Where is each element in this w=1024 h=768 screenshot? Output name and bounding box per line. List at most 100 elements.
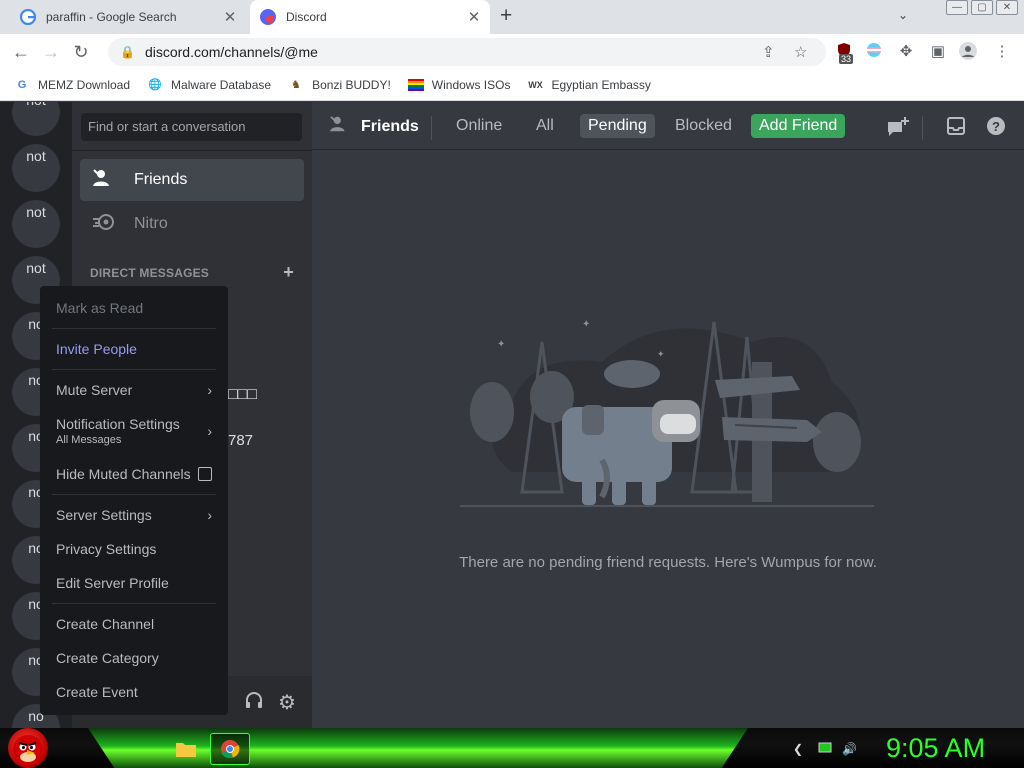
- direct-messages-header: DIRECT MESSAGES +: [90, 263, 294, 281]
- bookmark-label: Windows ISOs: [431, 78, 511, 92]
- menu-item-edit-server-profile[interactable]: Edit Server Profile: [48, 567, 220, 599]
- trans-flag-extension-icon[interactable]: [864, 42, 884, 62]
- chevron-right-icon: ›: [207, 507, 212, 523]
- menu-item-mute-server[interactable]: Mute Server ›: [48, 374, 220, 406]
- svg-text:✦: ✦: [497, 339, 505, 350]
- ublock-extension-icon[interactable]: 33: [834, 42, 854, 64]
- tab-search-icon[interactable]: ⌄: [898, 8, 908, 22]
- google-icon: G: [17, 79, 27, 91]
- share-icon[interactable]: ⇪: [762, 43, 775, 61]
- checkbox[interactable]: [198, 467, 212, 481]
- google-icon: [20, 9, 36, 25]
- divider: [72, 150, 312, 151]
- menu-item-label: Notification Settings All Messages: [56, 416, 180, 446]
- tab-discord[interactable]: Discord ✕: [250, 0, 490, 34]
- avatar: [959, 42, 977, 60]
- wix-icon: WX: [528, 80, 543, 90]
- guild-icon[interactable]: not: [12, 102, 60, 136]
- taskbar-clock: 9:05 AM: [886, 733, 986, 763]
- friends-topbar: Friends Online All Pending Blocked Add F…: [312, 102, 1024, 150]
- server-context-menu: Mark as Read Invite People Mute Server › …: [40, 286, 228, 715]
- bookmark-label: MEMZ Download: [38, 78, 131, 92]
- tab-blocked[interactable]: Blocked: [667, 114, 740, 138]
- chevron-right-icon: ›: [207, 423, 212, 439]
- extensions-puzzle-icon[interactable]: ✥: [896, 42, 916, 62]
- notification-settings-label: Notification Settings: [56, 416, 180, 432]
- taskbar: [0, 728, 1024, 768]
- file-explorer-taskbar-icon[interactable]: [166, 733, 206, 765]
- wumpus-illustration: ✦ ✦ ✦: [460, 319, 874, 507]
- menu-separator: [52, 369, 216, 370]
- menu-item-server-settings[interactable]: Server Settings ›: [48, 499, 220, 531]
- settings-gear-icon[interactable]: ⚙: [278, 690, 296, 715]
- friends-main: Friends Online All Pending Blocked Add F…: [312, 102, 1024, 728]
- browser-toolbar: ← → ↻ 🔒 discord.com/channels/@me ⇪ ☆ 33 …: [0, 34, 1024, 70]
- bookmark-bonzi[interactable]: ♞ Bonzi BUDDY!: [288, 77, 391, 93]
- bookmark-label: Malware Database: [171, 78, 272, 92]
- address-bar[interactable]: 🔒 discord.com/channels/@me ⇪ ☆: [108, 38, 826, 66]
- dm-header-label: DIRECT MESSAGES: [90, 266, 210, 280]
- new-tab-button[interactable]: +: [500, 5, 512, 26]
- menu-item-label: Mute Server: [56, 382, 133, 398]
- dm-name-fragment[interactable]: □□□: [228, 386, 257, 404]
- profile-avatar-icon[interactable]: [958, 42, 978, 62]
- close-tab-icon[interactable]: ✕: [464, 8, 484, 26]
- menu-item-notification-settings[interactable]: Notification Settings All Messages ›: [48, 410, 220, 452]
- menu-item-create-channel[interactable]: Create Channel: [48, 608, 220, 640]
- search-input[interactable]: Find or start a conversation: [81, 113, 302, 141]
- menu-item-label: Create Category: [56, 650, 159, 666]
- menu-item-create-category[interactable]: Create Category: [48, 642, 220, 674]
- bookmark-label: Egyptian Embassy: [551, 78, 651, 92]
- divider: [431, 116, 432, 140]
- tab-title: paraffin - Google Search: [46, 10, 177, 24]
- tab-all[interactable]: All: [528, 114, 562, 138]
- bookmark-egyptian-embassy[interactable]: WX Egyptian Embassy: [527, 77, 651, 93]
- lock-icon: 🔒: [120, 45, 135, 59]
- chrome-taskbar-icon[interactable]: [210, 733, 250, 765]
- back-icon[interactable]: ←: [6, 42, 36, 63]
- tray-icon[interactable]: ❮: [793, 742, 803, 756]
- start-button-angry-bird-icon[interactable]: [8, 728, 48, 768]
- inbox-icon[interactable]: [946, 116, 966, 142]
- reload-icon[interactable]: ↻: [66, 42, 96, 63]
- dm-name-fragment[interactable]: 787: [228, 432, 253, 449]
- network-icon[interactable]: [818, 742, 832, 757]
- volume-icon[interactable]: 🔊: [842, 742, 857, 756]
- nav-friends[interactable]: Friends: [80, 159, 304, 201]
- nav-nitro[interactable]: Nitro: [80, 203, 304, 245]
- nitro-icon: [92, 212, 120, 237]
- guild-icon[interactable]: not: [12, 144, 60, 192]
- bookmark-windows-isos[interactable]: Windows ISOs: [407, 78, 511, 92]
- guild-icon[interactable]: not: [12, 200, 60, 248]
- add-friend-button[interactable]: Add Friend: [751, 114, 846, 138]
- tab-title: Discord: [286, 10, 327, 24]
- new-group-dm-icon[interactable]: [886, 116, 910, 144]
- page-title: Friends: [329, 115, 419, 138]
- close-window-button[interactable]: ✕: [996, 0, 1018, 15]
- menu-item-create-event[interactable]: Create Event: [48, 676, 220, 708]
- create-dm-button[interactable]: +: [283, 263, 294, 281]
- forward-icon[interactable]: →: [36, 42, 66, 63]
- tab-google-search[interactable]: paraffin - Google Search ✕: [8, 0, 246, 34]
- minimize-button[interactable]: —: [946, 0, 968, 15]
- close-tab-icon[interactable]: ✕: [220, 8, 240, 26]
- empty-state-message: There are no pending friend requests. He…: [459, 554, 877, 571]
- discord-icon: [260, 9, 276, 25]
- kebab-menu-icon[interactable]: ⋮: [992, 42, 1012, 62]
- menu-item-hide-muted-channels[interactable]: Hide Muted Channels: [48, 458, 220, 490]
- bookmark-star-icon[interactable]: ☆: [794, 43, 807, 61]
- tab-online[interactable]: Online: [448, 114, 510, 138]
- menu-item-mark-as-read[interactable]: Mark as Read: [48, 292, 220, 324]
- bookmark-memz[interactable]: G MEMZ Download: [14, 77, 130, 93]
- headphones-icon[interactable]: [244, 690, 264, 716]
- bookmark-malware-db[interactable]: 🌐 Malware Database: [147, 77, 271, 93]
- side-panel-icon[interactable]: ▣: [928, 42, 948, 62]
- help-icon[interactable]: ?: [986, 116, 1006, 142]
- flag-icon: [867, 43, 881, 57]
- menu-separator: [52, 494, 216, 495]
- tab-pending[interactable]: Pending: [580, 114, 655, 138]
- menu-item-label: Invite People: [56, 341, 137, 357]
- menu-item-invite-people[interactable]: Invite People: [48, 333, 220, 365]
- restore-button[interactable]: ▢: [971, 0, 993, 15]
- menu-item-privacy-settings[interactable]: Privacy Settings: [48, 533, 220, 565]
